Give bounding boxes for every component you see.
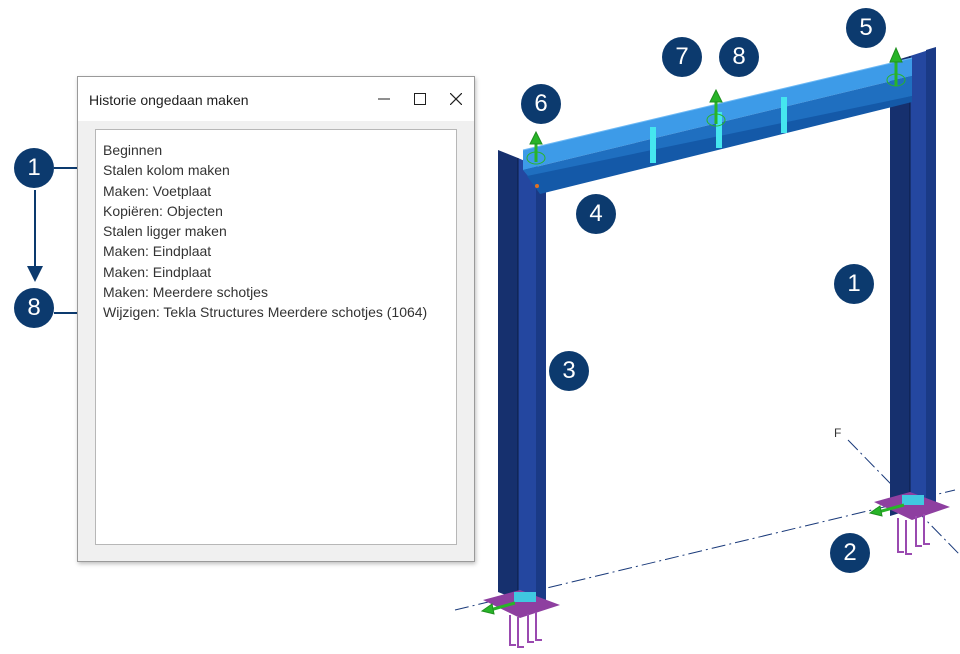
minimize-button[interactable]	[366, 77, 402, 121]
maximize-icon	[414, 93, 426, 105]
dialog-title: Historie ongedaan maken	[89, 92, 249, 108]
base-plate-right	[874, 492, 950, 555]
list-item[interactable]: Stalen ligger maken	[103, 221, 456, 241]
callout-5-model: 5	[846, 8, 886, 48]
list-item[interactable]: Maken: Voetplaat	[103, 181, 456, 201]
maximize-button[interactable]	[402, 77, 438, 121]
list-item[interactable]: Stalen kolom maken	[103, 160, 456, 180]
list-item[interactable]: Kopiëren: Objecten	[103, 201, 456, 221]
list-item[interactable]: Maken: Meerdere schotjes	[103, 282, 456, 302]
callout-1-list: 1	[14, 148, 54, 188]
callout-4-model: 4	[576, 194, 616, 234]
down-arrow-icon	[27, 266, 43, 282]
undo-history-dialog: Historie ongedaan maken Beginnen Stalen …	[77, 76, 475, 562]
grid-label: F	[834, 426, 841, 440]
minimize-icon	[378, 98, 390, 100]
callout-8-model: 8	[719, 37, 759, 77]
callout-1-model: 1	[834, 264, 874, 304]
close-button[interactable]	[438, 77, 474, 121]
list-item[interactable]: Wijzigen: Tekla Structures Meerdere scho…	[103, 302, 456, 322]
callout-2-model: 2	[830, 533, 870, 573]
history-list[interactable]: Beginnen Stalen kolom maken Maken: Voetp…	[95, 129, 457, 545]
left-column	[498, 150, 546, 606]
callout-7-model: 7	[662, 37, 702, 77]
callout-3-model: 3	[549, 351, 589, 391]
right-column	[890, 47, 936, 516]
list-item[interactable]: Beginnen	[103, 140, 456, 160]
list-item[interactable]: Maken: Eindplaat	[103, 241, 456, 261]
base-plate-left	[483, 590, 560, 648]
callout-6-model: 6	[521, 84, 561, 124]
close-icon	[450, 93, 462, 105]
title-bar[interactable]: Historie ongedaan maken	[78, 77, 474, 121]
callout-8-list: 8	[14, 288, 54, 328]
list-item[interactable]: Maken: Eindplaat	[103, 262, 456, 282]
